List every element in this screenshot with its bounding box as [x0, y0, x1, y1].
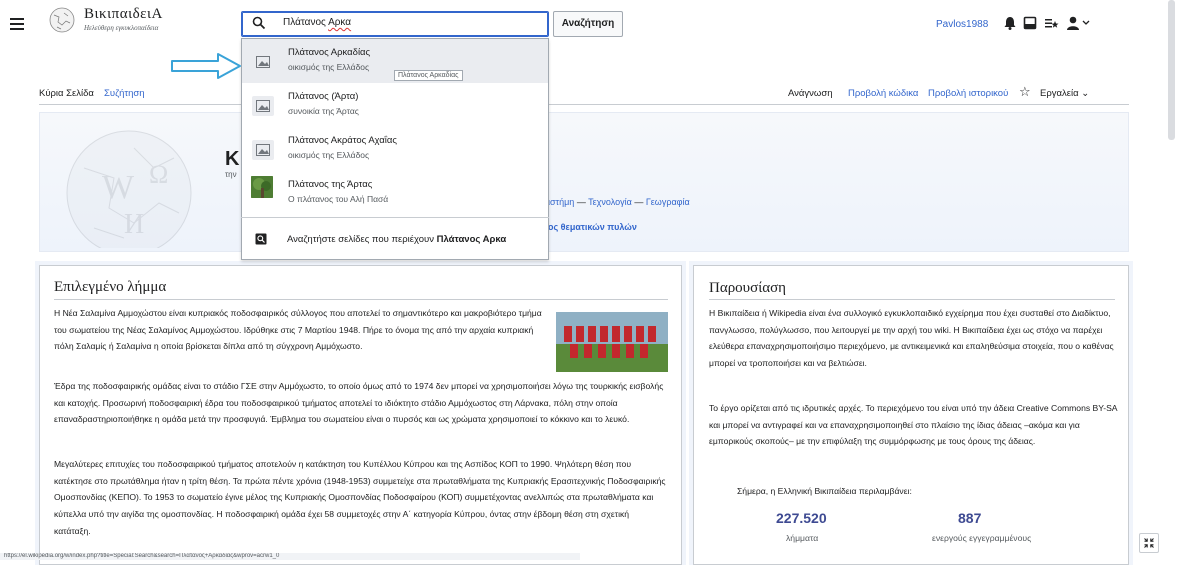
- suggestion-title: Πλάτανος (Άρτα): [288, 91, 359, 102]
- search-containing-label: Αναζητήστε σελίδες που περιέχουν Πλάτανο…: [287, 234, 506, 245]
- search-icon: [252, 16, 266, 30]
- watchlist-icon[interactable]: [1043, 15, 1059, 31]
- featured-heading-rule: [54, 299, 668, 300]
- collapse-width-icon[interactable]: [1139, 533, 1159, 553]
- wikipedia-wordmark[interactable]: ΒικιπαιδειΑ: [84, 6, 163, 23]
- introduction-heading: Παρουσίαση: [709, 280, 787, 296]
- portal-separator: —: [631, 197, 646, 207]
- article-count: 227.520: [776, 510, 827, 526]
- watch-star-icon[interactable]: ☆: [1019, 84, 1031, 100]
- suggestion-title: Πλάτανος Ακράτος Αχαΐας: [288, 135, 397, 146]
- user-menu-icon[interactable]: [1066, 15, 1090, 31]
- tabs-divider: [39, 104, 1129, 105]
- suggestion-title: Πλάτανος της Άρτας: [288, 179, 373, 190]
- introduction-paragraph-2: Το έργο ορίζεται από τις ιδρυτικές αρχές…: [709, 403, 1118, 447]
- tab-read[interactable]: Ανάγνωση: [788, 88, 832, 99]
- suggestion-description: οικισμός της Ελλάδος: [288, 150, 370, 160]
- tools-menu[interactable]: Εργαλεία ⌄: [1040, 88, 1089, 99]
- tab-main-page[interactable]: Κύρια Σελίδα: [39, 88, 94, 99]
- suggestion-item[interactable]: Πλάτανος (Άρτα) συνοικία της Άρτας: [242, 83, 548, 127]
- stats-lead-text: Σήμερα, η Ελληνική Βικιπαίδεια περιλαμβά…: [737, 486, 912, 496]
- portal-link-science[interactable]: ιστήμη: [548, 197, 574, 207]
- portal-link-technology[interactable]: Τεχνολογία: [588, 197, 632, 207]
- portal-separator: —: [574, 197, 589, 207]
- image-placeholder-icon: [252, 96, 274, 116]
- wikipedia-tagline: Ηελεύθερη εγκυκλοπαίδεια: [84, 24, 159, 32]
- main-menu-icon[interactable]: [10, 18, 24, 30]
- featured-paragraph-3: Μεγαλύτερες επιτυχίες του ποδοσφαιρικού …: [54, 459, 666, 536]
- search-input-misspelled: Αρκα: [328, 17, 352, 28]
- svg-text:W: W: [102, 169, 135, 206]
- article-count-label: λήμματα: [786, 533, 819, 543]
- search-containing-term: Πλάτανος Αρκα: [436, 234, 507, 245]
- active-users-count: 887: [958, 510, 982, 526]
- svg-text:Ω: Ω: [149, 160, 168, 189]
- portal-link-geography[interactable]: Γεωγραφία: [646, 197, 690, 207]
- chevron-down-icon: ⌄: [1081, 88, 1090, 99]
- suggestion-description: οικισμός της Ελλάδος: [288, 62, 370, 72]
- wikipedia-puzzle-globe-icon: W Ω И: [66, 130, 192, 248]
- tools-menu-label: Εργαλεία: [1040, 88, 1079, 99]
- banner-title: Κ: [225, 148, 240, 170]
- scrollbar-thumb[interactable]: [1168, 0, 1175, 140]
- notifications-bell-icon[interactable]: [1002, 15, 1018, 31]
- featured-paragraph-1: Η Νέα Σαλαμίνα Αμμοχώστου είναι κυπριακό…: [54, 308, 542, 352]
- plane-tree-photo-thumbnail: [251, 176, 273, 198]
- suggestion-item[interactable]: Πλάτανος της Άρτας Ο πλάτανος του Αλή Πα…: [242, 171, 548, 215]
- notices-tray-icon[interactable]: [1022, 15, 1038, 31]
- wikipedia-globe-logo[interactable]: [48, 5, 76, 35]
- search-button[interactable]: Αναζήτηση: [553, 11, 623, 37]
- tab-talk[interactable]: Συζήτηση: [104, 88, 145, 99]
- search-input-text: Πλάτανος: [283, 17, 329, 28]
- tab-view-source[interactable]: Προβολή κώδικα: [848, 88, 918, 99]
- user-page-link[interactable]: Pavlos1988: [936, 19, 988, 30]
- introduction-heading-rule: [709, 299, 1115, 300]
- search-input[interactable]: Πλάτανος Αρκα: [283, 17, 351, 28]
- portal-links: ιστήμη — Τεχνολογία — Γεωγραφία: [548, 197, 690, 207]
- introduction-paragraph-1: Η Βικιπαίδεια ή Wikipedia είναι ένα συλλ…: [709, 308, 1114, 369]
- search-pages-icon: [255, 233, 267, 245]
- annotation-arrow-icon: [171, 53, 241, 79]
- svg-text:И: И: [124, 209, 144, 240]
- search-containing-prefix: Αναζητήστε σελίδες που περιέχουν: [287, 234, 437, 245]
- image-placeholder-icon: [252, 140, 274, 160]
- image-placeholder-icon: [252, 52, 274, 72]
- portal-list-link[interactable]: ος θεματικών πυλών: [548, 222, 637, 232]
- featured-paragraph-2: Έδρα της ποδοσφαιρικής ομάδας είναι το σ…: [54, 381, 664, 425]
- banner-subtitle: την: [225, 170, 237, 179]
- suggestion-title: Πλάτανος Αρκαδίας: [288, 47, 371, 58]
- suggestion-description: Ο πλάτανος του Αλή Πασά: [288, 194, 389, 204]
- team-photo-image[interactable]: [556, 312, 668, 372]
- active-users-label: ενεργούς εγγεγραμμένους: [932, 533, 1032, 543]
- suggestion-description: συνοικία της Άρτας: [288, 106, 359, 116]
- featured-article-heading: Επιλεγμένο λήμμα: [54, 279, 167, 295]
- tab-view-history[interactable]: Προβολή ιστορικού: [928, 88, 1008, 99]
- suggestion-item[interactable]: Πλάτανος Ακράτος Αχαΐας οικισμός της Ελλ…: [242, 127, 548, 171]
- suggestion-tooltip: Πλάτανος Αρκαδίας: [394, 70, 463, 81]
- status-bar-url: https://el.wikipedia.org/w/index.php?tit…: [0, 553, 580, 560]
